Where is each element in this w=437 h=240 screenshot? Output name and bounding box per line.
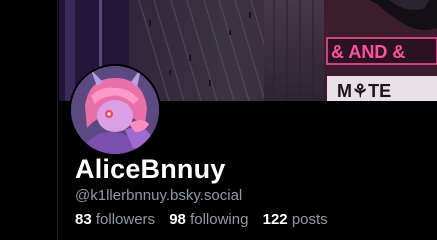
profile-handle: @k1llerbnnuy.bsky.social — [75, 187, 243, 204]
posts-label: posts — [291, 211, 328, 228]
motel-sign-text: M⚘TE — [337, 81, 391, 101]
display-name: AliceBnnuy — [75, 154, 226, 184]
neon-sign-text: & AND & — [331, 42, 405, 62]
avatar-artwork — [71, 66, 159, 154]
posts-stat: 122 posts — [263, 211, 328, 229]
followers-label: followers — [95, 211, 156, 228]
profile-avatar[interactable] — [69, 64, 161, 156]
followers-link[interactable]: 83 followers — [75, 211, 155, 229]
following-label: following — [190, 211, 249, 228]
followers-count: 83 — [75, 211, 92, 228]
following-count: 98 — [169, 211, 186, 228]
left-sidebar-edge — [0, 0, 58, 240]
profile-stats: 83 followers 98 following 122 posts — [75, 211, 338, 229]
posts-count: 122 — [262, 211, 288, 228]
following-link[interactable]: 98 following — [169, 211, 248, 229]
sidebar-divider — [57, 0, 58, 240]
